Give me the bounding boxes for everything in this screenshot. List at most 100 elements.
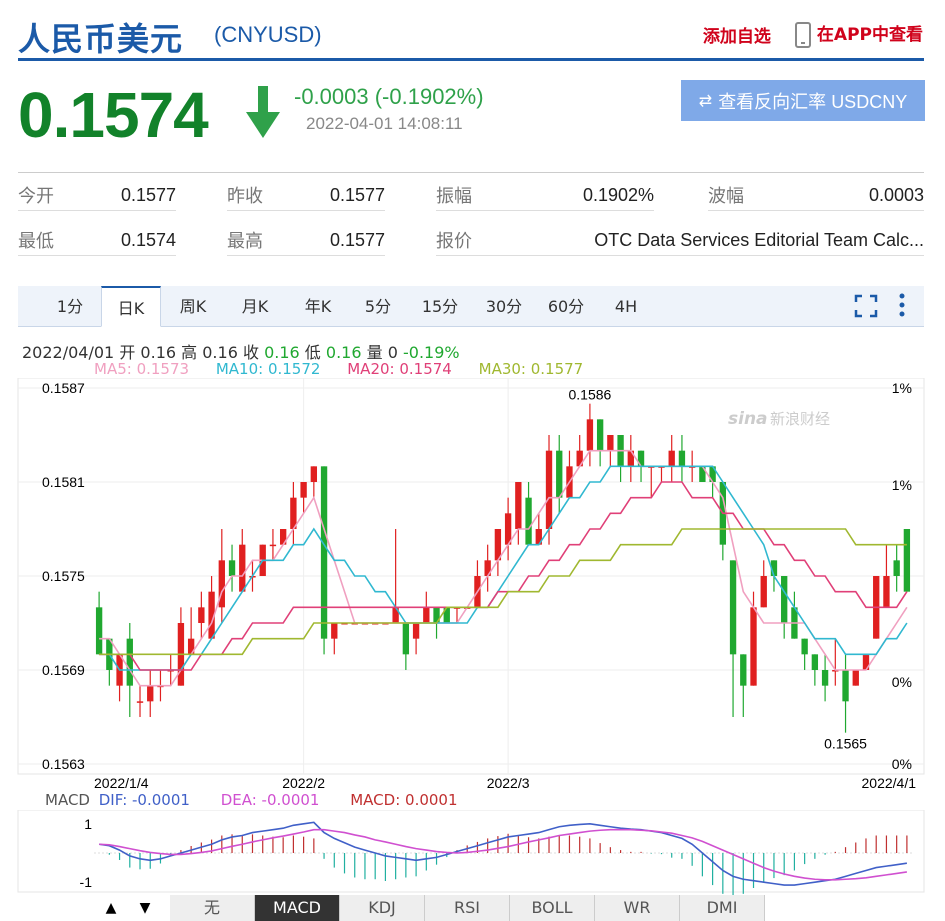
scroll-down-button[interactable]: ▼ — [128, 895, 162, 921]
indicator-tab-boll[interactable]: BOLL — [510, 895, 595, 921]
stat-label: 昨收 — [227, 186, 263, 207]
candle-body — [883, 576, 890, 608]
candle-body — [842, 670, 849, 702]
candle-body — [556, 450, 563, 498]
indicator-tab-dmi[interactable]: DMI — [680, 895, 765, 921]
min-price-label: 0.1565 — [824, 736, 867, 752]
stat-value: 0.1577 — [120, 184, 176, 205]
scroll-up-button[interactable]: ▲ — [94, 895, 128, 921]
top-links: 添加自选 在APP中查看 — [703, 20, 923, 48]
tab-weekly[interactable]: 周K — [168, 286, 218, 326]
stat-open: 今开 0.1577 — [18, 180, 176, 211]
tab-yearly[interactable]: 年K — [293, 286, 343, 326]
candle-body — [607, 435, 614, 451]
y-tick-label: 0.1581 — [42, 474, 85, 490]
reverse-rate-button[interactable]: ⇄ 查看反向汇率 USDCNY — [681, 80, 925, 121]
candle-body — [821, 670, 829, 686]
app-view-label: 在APP中查看 — [816, 25, 923, 45]
stat-low: 最低 0.1574 — [18, 225, 176, 256]
macd-title: MACD — [45, 791, 90, 809]
stat-range: 波幅 0.0003 — [708, 180, 924, 211]
candle-body — [760, 576, 767, 608]
stat-value: 0.1902% — [582, 184, 654, 205]
stat-value: 0.1574 — [120, 229, 176, 250]
stat-label: 振幅 — [436, 186, 472, 207]
indicator-tab-wr[interactable]: WR — [595, 895, 680, 921]
macd-y-tick: -1 — [80, 874, 93, 890]
dif-line — [98, 821, 908, 886]
stat-value: 0.1577 — [329, 229, 385, 250]
tab-5min[interactable]: 5分 — [356, 286, 400, 326]
x-tick-label: 2022/4/1 — [862, 775, 917, 790]
candle-body — [596, 419, 604, 451]
add-watchlist-link[interactable]: 添加自选 — [703, 22, 771, 47]
x-tick-label: 2022/2 — [282, 775, 325, 790]
quote-divider — [18, 172, 924, 173]
y-tick-label: 0.1563 — [42, 756, 85, 772]
down-arrow-icon — [246, 86, 280, 138]
candle-body — [331, 623, 338, 639]
tab-30min[interactable]: 30分 — [476, 286, 532, 326]
max-price-label: 0.1586 — [568, 387, 611, 403]
stat-value: 0.0003 — [868, 184, 924, 205]
dea-legend: DEA: -0.0001 — [220, 791, 320, 809]
indicator-tab-kdj[interactable]: KDJ — [340, 895, 425, 921]
ma10-legend: MA10: 0.1572 — [215, 360, 321, 378]
tab-4h[interactable]: 4H — [606, 286, 646, 326]
swap-icon: ⇄ — [698, 92, 713, 110]
tab-monthly[interactable]: 月K — [230, 286, 280, 326]
x-tick-label: 2022/3 — [487, 775, 530, 790]
pct-tick-label: 0% — [892, 756, 912, 772]
stat-prev-close: 昨收 0.1577 — [227, 180, 385, 211]
pct-tick-label: 1% — [892, 477, 912, 493]
app-view-link[interactable]: 在APP中查看 — [794, 20, 923, 48]
tab-15min[interactable]: 15分 — [412, 286, 468, 326]
candle-body — [198, 607, 205, 623]
candle-body — [402, 623, 410, 655]
stat-label: 今开 — [18, 186, 54, 207]
ma30-legend: MA30: 0.1577 — [478, 360, 584, 378]
candle-body — [811, 654, 819, 670]
candle-body — [801, 638, 808, 655]
candle-body — [781, 576, 788, 623]
candle-body — [310, 466, 318, 482]
stat-amplitude: 振幅 0.1902% — [436, 180, 654, 211]
dea-line — [99, 828, 908, 881]
stat-value: OTC Data Services Editorial Team Calc... — [594, 229, 924, 250]
indicator-tab-macd[interactable]: MACD — [255, 895, 340, 921]
ma5-legend: MA5: 0.1573 — [94, 360, 190, 378]
page-title: 人民币美元 — [18, 20, 184, 58]
fullscreen-icon[interactable] — [854, 294, 878, 318]
y-tick-label: 0.1569 — [42, 662, 85, 678]
indicator-tabbar: ▲ ▼ 无 MACD KDJ RSI BOLL WR DMI — [94, 895, 765, 921]
candle-body — [740, 654, 747, 686]
macd-frame — [17, 810, 925, 893]
candle-body — [515, 482, 522, 529]
more-menu-icon[interactable] — [898, 292, 906, 318]
candle-body — [586, 419, 594, 451]
stat-value: 0.1577 — [329, 184, 385, 205]
header-divider — [18, 58, 924, 61]
indicator-tab-none[interactable]: 无 — [170, 895, 255, 921]
candlestick-chart[interactable]: 0.1587 0.1581 0.1575 0.1569 0.1563 1% 1% 0% 0% 20… — [0, 378, 945, 790]
tab-daily[interactable]: 日K — [101, 286, 161, 327]
candle-body — [300, 482, 307, 498]
dif-legend: DIF: -0.0001 — [98, 791, 190, 809]
watermark-text: 新浪财经 — [770, 410, 830, 428]
indicator-tab-rsi[interactable]: RSI — [425, 895, 510, 921]
pct-tick-label: 0% — [892, 674, 912, 690]
stat-label: 最高 — [227, 231, 263, 252]
tab-60min[interactable]: 60分 — [538, 286, 594, 326]
x-tick-label: 2022/1/4 — [94, 775, 149, 790]
tab-1min[interactable]: 1分 — [48, 286, 92, 326]
macd-chart[interactable]: 1 -1 — [0, 810, 945, 895]
stat-label: 波幅 — [708, 186, 744, 207]
candle-body — [729, 560, 737, 655]
candle-body — [126, 638, 133, 686]
candle-body — [269, 544, 277, 547]
period-tabbar: 1分 日K 周K 月K 年K 5分 15分 30分 60分 4H — [18, 286, 924, 327]
reverse-rate-label: 查看反向汇率 USDCNY — [718, 91, 908, 112]
sina-logo-icon: sina — [728, 409, 768, 429]
candle-body — [668, 450, 675, 467]
candle-body — [95, 607, 103, 655]
